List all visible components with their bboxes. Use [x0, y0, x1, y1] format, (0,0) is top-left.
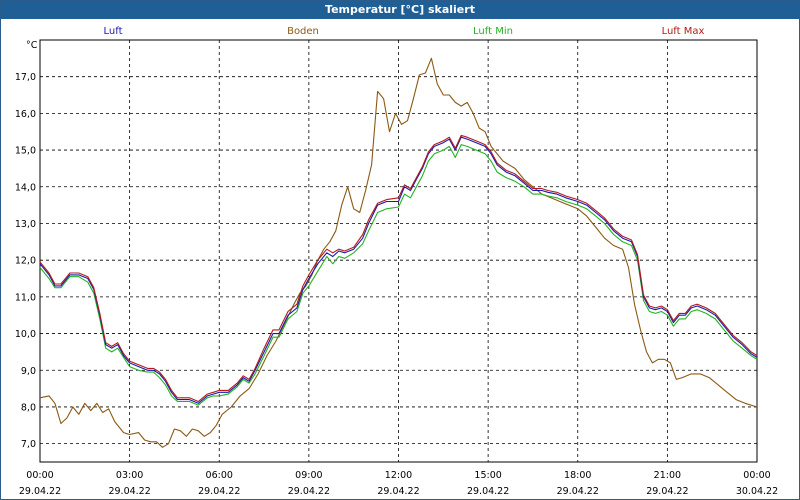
x-tick-date-label: 30.04.22	[736, 486, 778, 497]
y-tick-label: 12,0	[15, 256, 36, 267]
x-tick-time-label: 09:00	[295, 470, 322, 481]
x-tick-time-label: 15:00	[474, 470, 501, 481]
x-tick-time-label: 00:00	[26, 470, 53, 481]
y-tick-label: 11,0	[15, 292, 36, 303]
y-tick-label: 9,0	[21, 366, 36, 377]
y-tick-label: 14,0	[15, 182, 36, 193]
legend: Luft Boden Luft Min Luft Max	[104, 26, 705, 37]
x-tick-date-label: 29.04.22	[646, 486, 688, 497]
y-tick-label: 10,0	[15, 329, 36, 340]
y-tick-label: 13,0	[15, 219, 36, 230]
x-tick-time-label: 03:00	[116, 470, 143, 481]
y-tick-label: 16,0	[15, 109, 36, 120]
x-tick-time-label: 12:00	[385, 470, 412, 481]
legend-item-luft-min: Luft Min	[473, 26, 513, 37]
axes: 7,0 8,0 9,0 10,0 11,0 12,0 13,0 14,0 15,0 16,0 17,…	[15, 72, 778, 497]
x-tick-time-label: 21:00	[654, 470, 681, 481]
x-tick-date-label: 29.04.22	[557, 486, 599, 497]
x-tick-date-label: 29.04.22	[19, 486, 61, 497]
y-tick-label: 7,0	[21, 439, 36, 450]
y-tick-label: 15,0	[15, 146, 36, 157]
legend-item-luft-max: Luft Max	[662, 26, 705, 37]
line-chart: Luft Boden Luft Min Luft Max 7,0 8,0 9,0 10,0 1…	[15, 26, 778, 497]
grid	[39, 39, 758, 463]
x-tick-date-label: 29.04.22	[288, 486, 330, 497]
y-tick-label: 17,0	[15, 72, 36, 83]
x-tick-date-label: 29.04.22	[377, 486, 419, 497]
legend-item-luft: Luft	[104, 26, 123, 37]
legend-item-boden: Boden	[287, 26, 319, 37]
x-tick-date-label: 29.04.22	[108, 486, 150, 497]
x-tick-date-label: 29.04.22	[467, 486, 509, 497]
x-tick-time-label: 00:00	[743, 470, 770, 481]
x-tick-date-label: 29.04.22	[198, 486, 240, 497]
x-tick-time-label: 18:00	[564, 470, 591, 481]
x-tick-time-label: 06:00	[206, 470, 233, 481]
y-tick-label: 8,0	[21, 402, 36, 413]
y-axis-label: °C	[26, 40, 38, 51]
